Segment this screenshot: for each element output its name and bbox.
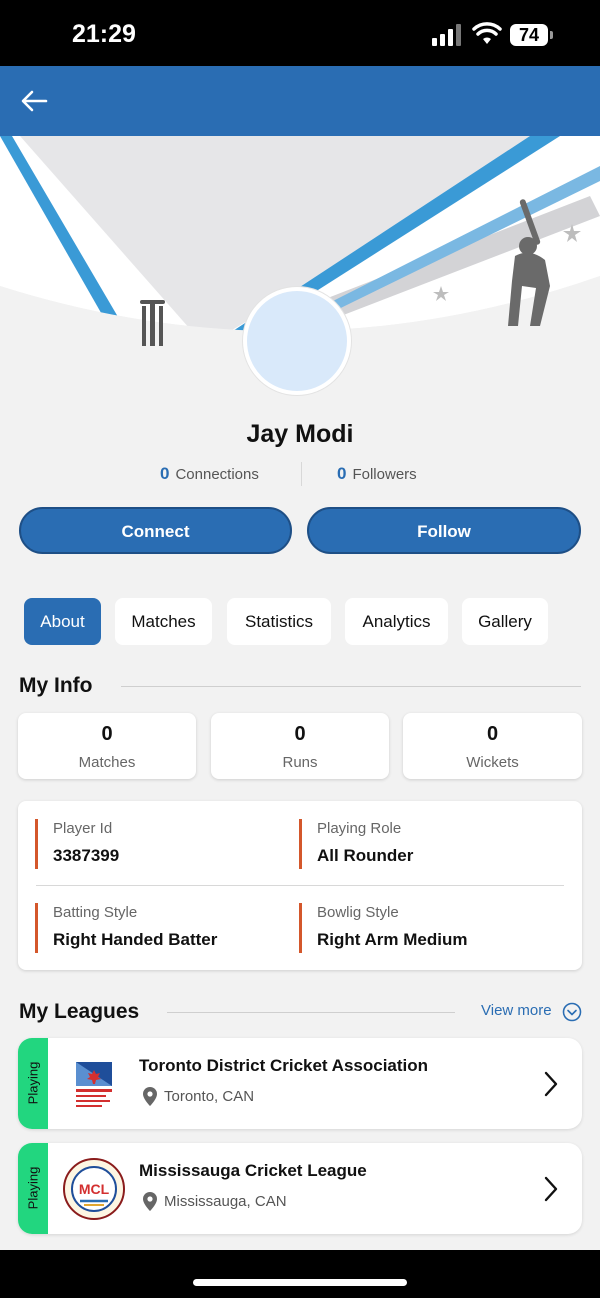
cellular-signal-icon bbox=[432, 24, 461, 46]
info-divider bbox=[36, 885, 564, 886]
my-info-title: My Info bbox=[19, 674, 93, 697]
followers-count: 0 bbox=[337, 464, 347, 483]
stat-value: 0 bbox=[294, 723, 306, 745]
stumps-illustration bbox=[140, 300, 165, 346]
stat-divider bbox=[301, 462, 302, 486]
tab-gallery[interactable]: Gallery bbox=[462, 598, 548, 645]
app-header bbox=[0, 66, 600, 136]
avatar bbox=[243, 287, 351, 395]
stat-card-runs: 0 Runs bbox=[211, 713, 389, 779]
stat-label: Matches bbox=[78, 754, 136, 771]
back-arrow-icon[interactable] bbox=[18, 86, 50, 116]
league-card-mcl[interactable]: Playing MCL Mississauga Cricket League M… bbox=[18, 1143, 582, 1234]
stat-label: Runs bbox=[282, 754, 318, 771]
stat-card-matches: 0 Matches bbox=[18, 713, 196, 779]
wifi-icon bbox=[472, 22, 502, 44]
status-time: 21:29 bbox=[72, 20, 136, 48]
stat-card-wickets: 0 Wickets bbox=[403, 713, 582, 779]
league-name: Toronto District Cricket Association bbox=[139, 1056, 429, 1075]
info-value: Right Handed Batter bbox=[53, 930, 218, 949]
connect-button[interactable]: Connect bbox=[19, 507, 292, 554]
followers-stat[interactable]: 0 Followers bbox=[337, 464, 417, 484]
tab-statistics[interactable]: Statistics bbox=[227, 598, 331, 645]
info-value: Right Arm Medium bbox=[317, 930, 468, 949]
info-playing-role: Playing Role All Rounder bbox=[299, 819, 413, 869]
status-bar: 21:29 74 bbox=[0, 0, 600, 66]
battery-indicator: 74 bbox=[510, 24, 548, 46]
league-card-tdca[interactable]: Playing Toronto District Cricket Associa… bbox=[18, 1038, 582, 1129]
playing-label: Playing bbox=[25, 1166, 41, 1210]
home-bar-area bbox=[0, 1250, 600, 1298]
playing-label: Playing bbox=[25, 1061, 41, 1105]
league-location: Mississauga, CAN bbox=[164, 1193, 287, 1210]
my-leagues-divider bbox=[167, 1012, 455, 1013]
info-label: Bowlig Style bbox=[317, 904, 399, 921]
location-pin-icon bbox=[143, 1192, 157, 1211]
league-name: Mississauga Cricket League bbox=[139, 1161, 367, 1180]
chevron-right-icon bbox=[544, 1176, 558, 1202]
info-label: Playing Role bbox=[317, 820, 402, 837]
connections-stat[interactable]: 0 Connections bbox=[160, 464, 259, 484]
info-value: 3387399 bbox=[53, 846, 120, 865]
chevron-down-circle-icon[interactable] bbox=[562, 1002, 582, 1022]
info-label: Player Id bbox=[53, 820, 113, 837]
stat-label: Wickets bbox=[466, 754, 519, 771]
followers-label: Followers bbox=[352, 466, 417, 483]
my-leagues-title: My Leagues bbox=[19, 1000, 140, 1023]
tdca-logo-icon bbox=[62, 1052, 126, 1116]
playing-tag: Playing bbox=[18, 1143, 48, 1234]
view-more-link[interactable]: View more bbox=[481, 1002, 552, 1019]
playing-tag: Playing bbox=[18, 1038, 48, 1129]
tab-about[interactable]: About bbox=[24, 598, 101, 645]
location-pin-icon bbox=[143, 1087, 157, 1106]
info-batting-style: Batting Style Right Handed Batter bbox=[35, 903, 217, 953]
info-bowling-style: Bowlig Style Right Arm Medium bbox=[299, 903, 467, 953]
connections-count: 0 bbox=[160, 464, 170, 483]
tab-analytics[interactable]: Analytics bbox=[345, 598, 448, 645]
info-label: Batting Style bbox=[53, 904, 138, 921]
tab-matches[interactable]: Matches bbox=[115, 598, 212, 645]
mcl-logo-icon: MCL bbox=[63, 1158, 125, 1220]
player-name: Jay Modi bbox=[246, 420, 354, 448]
league-location: Toronto, CAN bbox=[164, 1088, 255, 1105]
battery-nub bbox=[550, 31, 553, 39]
stat-value: 0 bbox=[486, 723, 499, 745]
connections-label: Connections bbox=[175, 466, 259, 483]
home-indicator[interactable] bbox=[193, 1279, 407, 1286]
stat-value: 0 bbox=[101, 723, 113, 745]
player-info-card: Player Id 3387399 Playing Role All Round… bbox=[18, 801, 582, 970]
chevron-right-icon bbox=[544, 1071, 558, 1097]
svg-text:MCL: MCL bbox=[79, 1181, 110, 1197]
my-info-divider bbox=[121, 686, 581, 687]
info-value: All Rounder bbox=[317, 846, 414, 865]
follow-button[interactable]: Follow bbox=[307, 507, 581, 554]
info-player-id: Player Id 3387399 bbox=[35, 819, 119, 869]
